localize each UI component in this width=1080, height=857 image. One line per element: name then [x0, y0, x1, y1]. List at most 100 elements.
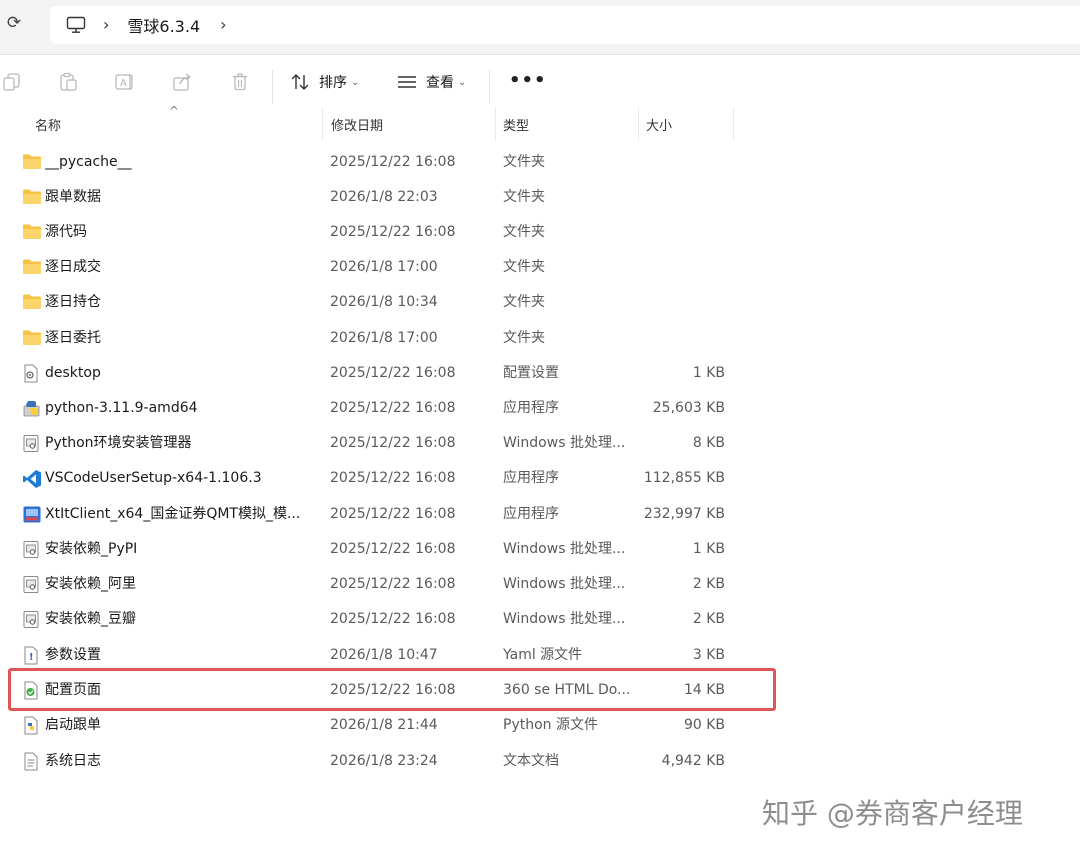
highlight-box — [8, 668, 776, 711]
file-size: 232,997 KB — [643, 506, 725, 522]
file-modified: 2025/12/22 16:08 — [330, 506, 456, 522]
folder-icon — [22, 293, 42, 311]
toolbar-divider — [272, 70, 273, 104]
yaml-file-icon: ! — [22, 646, 42, 665]
column-divider[interactable] — [638, 108, 639, 140]
batch-file-icon — [22, 540, 42, 558]
column-header-size[interactable]: 大小 — [646, 108, 726, 140]
column-divider[interactable] — [495, 108, 496, 140]
file-name: 系统日志 — [45, 753, 101, 769]
file-row[interactable]: 跟单数据 2026/1/8 22:03 文件夹 — [8, 180, 778, 215]
file-modified: 2026/1/8 23:24 — [330, 753, 438, 769]
file-name: 安装依赖_PyPI — [45, 541, 138, 557]
file-row[interactable]: Python环境安装管理器 2025/12/22 16:08 Windows 批处理… — [8, 426, 778, 461]
column-divider[interactable] — [322, 108, 323, 140]
file-size — [628, 250, 725, 285]
file-name: 逐日委托 — [45, 330, 101, 346]
folder-icon — [22, 258, 42, 276]
file-row[interactable]: 逐日成交 2026/1/8 17:00 文件夹 — [8, 250, 778, 285]
file-name: XtItClient_x64_国金证券QMT模拟_模... — [45, 506, 301, 522]
file-modified: 2026/1/8 22:03 — [330, 189, 438, 205]
file-size: 8 KB — [692, 435, 725, 451]
this-pc-icon[interactable] — [65, 14, 87, 36]
breadcrumb-folder[interactable]: 雪球6.3.4 — [127, 13, 200, 37]
file-row[interactable]: desktop 2025/12/22 16:08 配置设置 1 KB — [8, 356, 778, 391]
file-row[interactable]: 安装依赖_PyPI 2025/12/22 16:08 Windows 批处理... 1… — [8, 532, 778, 567]
file-row[interactable]: 逐日持仓 2026/1/8 10:34 文件夹 — [8, 285, 778, 320]
file-size: 90 KB — [683, 717, 725, 733]
file-modified: 2025/12/22 16:08 — [330, 154, 456, 170]
file-name: 跟单数据 — [45, 189, 101, 205]
column-header-modified[interactable]: 修改日期 — [331, 108, 491, 140]
refresh-icon[interactable]: ⟳ — [4, 12, 24, 34]
sort-button[interactable]: 排序 ⌄ — [290, 70, 359, 94]
app-installer-icon — [22, 505, 42, 523]
file-type: 配置设置 — [503, 365, 559, 381]
view-button[interactable]: 查看 ⌄ — [396, 70, 466, 94]
svg-text:A: A — [120, 78, 127, 89]
sort-label: 排序 — [319, 75, 347, 91]
address-bar-area: ⟳ › 雪球6.3.4 › — [0, 0, 1080, 54]
file-row[interactable]: python-3.11.9-amd64 2025/12/22 16:08 应用程序 2… — [8, 391, 778, 426]
file-type: 应用程序 — [503, 400, 559, 416]
delete-icon[interactable] — [228, 70, 252, 94]
chevron-right-icon[interactable]: › — [220, 15, 226, 35]
text-file-icon — [22, 752, 42, 771]
address-bar[interactable]: › 雪球6.3.4 › — [50, 6, 1080, 44]
rename-icon[interactable]: A — [113, 70, 137, 94]
file-row[interactable]: 安装依赖_豆瓣 2025/12/22 16:08 Windows 批处理... 2 K… — [8, 602, 778, 637]
batch-file-icon — [22, 610, 42, 628]
file-type: Windows 批处理... — [503, 541, 626, 557]
file-type: 文件夹 — [503, 259, 545, 275]
file-row[interactable]: __pycache__ 2025/12/22 16:08 文件夹 — [8, 145, 778, 180]
file-type: 文件夹 — [503, 154, 545, 170]
file-modified: 2025/12/22 16:08 — [330, 576, 456, 592]
file-row[interactable]: 启动跟单 2026/1/8 21:44 Python 源文件 90 KB — [8, 708, 778, 743]
file-modified: 2025/12/22 16:08 — [330, 435, 456, 451]
file-row[interactable]: XtItClient_x64_国金证券QMT模拟_模... 2025/12/22 … — [8, 497, 778, 532]
paste-icon[interactable] — [56, 70, 80, 94]
folder-icon — [22, 223, 42, 241]
column-header-name[interactable]: 名称 — [35, 108, 315, 140]
file-type: Python 源文件 — [503, 717, 598, 733]
file-row[interactable]: 逐日委托 2026/1/8 17:00 文件夹 — [8, 321, 778, 356]
vscode-icon — [22, 469, 42, 488]
file-type: 应用程序 — [503, 506, 559, 522]
chevron-right-icon[interactable]: › — [103, 15, 109, 35]
file-modified: 2025/12/22 16:08 — [330, 365, 456, 381]
command-bar: A 排序 ⌄ 查看 ⌄ ••• — [0, 58, 1080, 106]
file-row[interactable]: 系统日志 2026/1/8 23:24 文本文档 4,942 KB — [8, 744, 778, 779]
column-header-type[interactable]: 类型 — [503, 108, 633, 140]
file-type: 应用程序 — [503, 470, 559, 486]
file-type: 文件夹 — [503, 294, 545, 310]
file-name: 逐日持仓 — [45, 294, 101, 310]
view-icon — [398, 76, 416, 88]
file-size — [628, 285, 725, 320]
file-size — [628, 145, 725, 180]
settings-file-icon — [22, 364, 42, 383]
divider — [0, 54, 1080, 55]
batch-file-icon — [22, 434, 42, 452]
file-name: 逐日成交 — [45, 259, 101, 275]
more-options-button[interactable]: ••• — [509, 72, 547, 90]
file-row[interactable]: 源代码 2025/12/22 16:08 文件夹 — [8, 215, 778, 250]
file-name: 安装依赖_阿里 — [45, 576, 136, 592]
file-name: Python环境安装管理器 — [45, 435, 192, 451]
chevron-down-icon: ⌄ — [351, 76, 360, 88]
file-size — [628, 180, 725, 215]
column-divider[interactable] — [733, 108, 734, 140]
file-row[interactable]: 安装依赖_阿里 2025/12/22 16:08 Windows 批处理... 2 K… — [8, 567, 778, 602]
file-name: __pycache__ — [45, 154, 132, 170]
share-icon[interactable] — [170, 70, 194, 94]
watermark: 知乎 @券商客户经理 — [762, 797, 1023, 830]
file-name: desktop — [45, 365, 101, 381]
folder-icon — [22, 188, 42, 206]
file-name: 安装依赖_豆瓣 — [45, 611, 136, 627]
file-type: Windows 批处理... — [503, 611, 626, 627]
file-size: 4,942 KB — [661, 753, 725, 769]
file-size: 1 KB — [692, 541, 725, 557]
file-row[interactable]: VSCodeUserSetup-x64-1.106.3 2025/12/22 16… — [8, 461, 778, 496]
copy-icon[interactable] — [0, 70, 24, 94]
file-type: 文件夹 — [503, 224, 545, 240]
file-modified: 2026/1/8 17:00 — [330, 330, 438, 346]
